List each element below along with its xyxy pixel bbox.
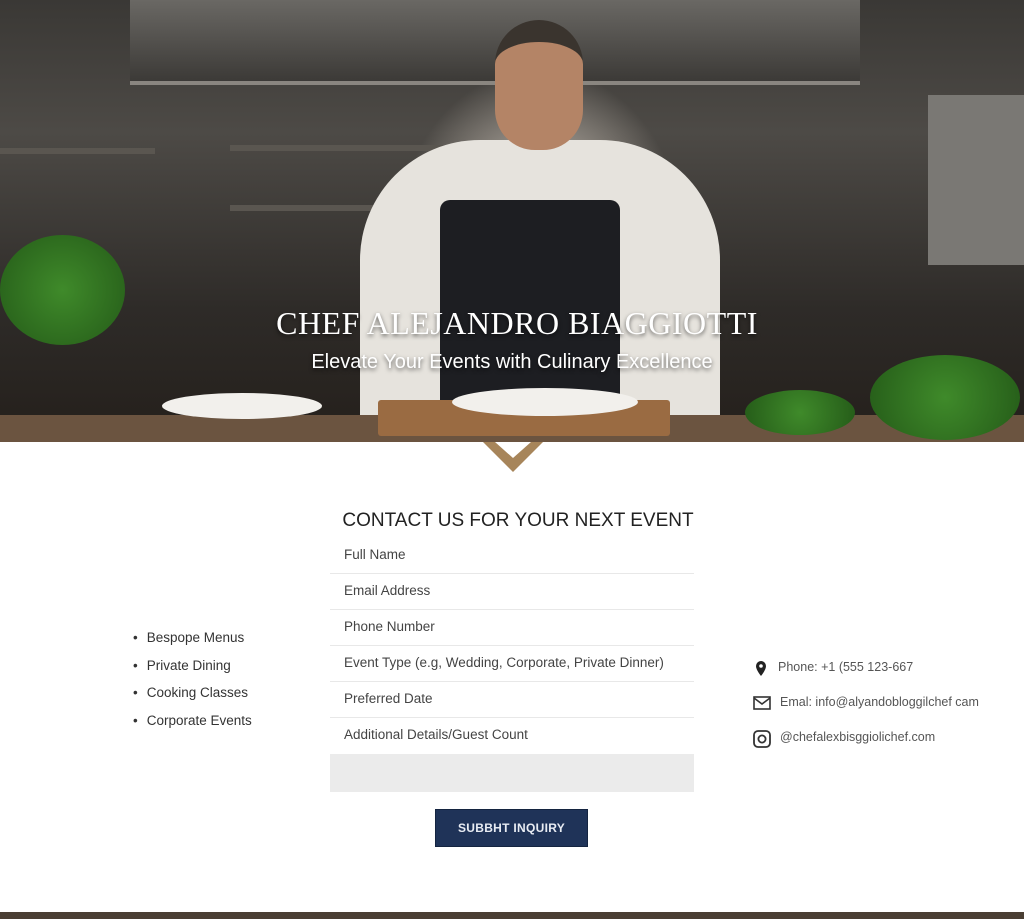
plate [162, 393, 322, 419]
vegetables [745, 390, 855, 435]
map-pin-icon [756, 661, 766, 676]
full-name-input[interactable]: Full Name [330, 538, 694, 574]
service-item: Corporate Events [133, 713, 252, 741]
service-item: Bespope Menus [133, 630, 252, 658]
shelf [230, 145, 460, 151]
form-heading: CONTACT US FOR YOUR NEXT EVENT [342, 510, 694, 531]
hero-banner: CHEF ALEJANDRO BIAGGIOTTI Elevate Your E… [0, 0, 1024, 442]
additional-details-textarea[interactable] [330, 754, 694, 792]
service-item: Cooking Classes [133, 685, 252, 713]
contact-info: Phone: +1 (555 123-667 Emal: info@alyand… [753, 660, 979, 765]
email-input[interactable]: Email Address [330, 574, 694, 610]
contact-form: CONTACT US FOR YOUR NEXT EVENT Full Name… [330, 510, 694, 792]
email-text: Emal: info@alyandobloggilchef cam [780, 695, 979, 709]
preferred-date-input[interactable]: Preferred Date [330, 682, 694, 718]
envelope-icon [753, 696, 771, 710]
contact-instagram[interactable]: @chefalexbisggiolichef.com [753, 730, 979, 765]
submit-inquiry-button[interactable]: SUBBHT INQUIRY [435, 809, 588, 847]
services-list: Bespope Menus Private Dining Cooking Cla… [133, 630, 252, 740]
chef-head [495, 20, 583, 150]
oven [928, 95, 1024, 265]
additional-details-label: Additional Details/Guest Count [344, 727, 528, 742]
phone-input[interactable]: Phone Number [330, 610, 694, 646]
instagram-icon [753, 730, 771, 748]
instagram-text: @chefalexbisggiolichef.com [780, 730, 936, 744]
contact-email[interactable]: Emal: info@alyandobloggilchef cam [753, 695, 979, 730]
service-item: Private Dining [133, 658, 252, 686]
plate [452, 388, 638, 416]
divider-chevron-inner [495, 442, 531, 458]
shelf [0, 148, 155, 154]
hero-title: CHEF ALEJANDRO BIAGGIOTTI [276, 305, 758, 341]
footer-bar [0, 912, 1024, 919]
event-type-input[interactable]: Event Type (e.g, Wedding, Corporate, Pri… [330, 646, 694, 682]
hero-subtitle: Elevate Your Events with Culinary Excell… [311, 351, 713, 373]
phone-text: Phone: +1 (555 123-667 [778, 660, 914, 674]
contact-phone: Phone: +1 (555 123-667 [753, 660, 979, 695]
